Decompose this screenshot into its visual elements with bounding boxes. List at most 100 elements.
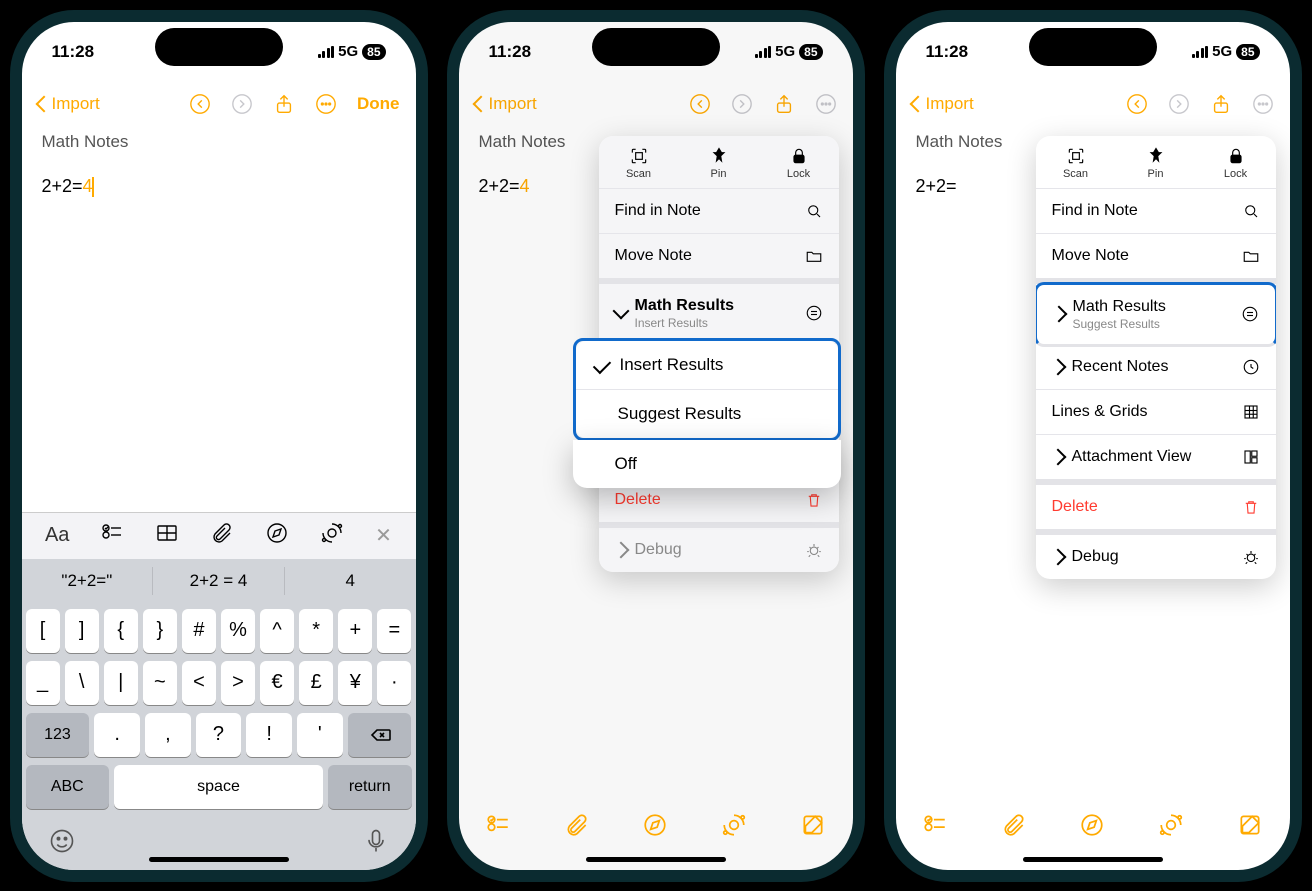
status-time: 11:28 [52, 42, 95, 62]
key[interactable]: ] [65, 609, 99, 653]
submenu-suggest-results[interactable]: Suggest Results [576, 390, 838, 438]
key[interactable]: < [182, 661, 216, 705]
key[interactable]: [ [26, 609, 60, 653]
key[interactable]: £ [299, 661, 333, 705]
menu-pin[interactable]: Pin [679, 136, 759, 188]
checklist-button[interactable] [922, 812, 948, 843]
menu-find[interactable]: Find in Note [599, 189, 839, 234]
checklist-button[interactable] [100, 521, 124, 550]
key-space[interactable]: space [114, 765, 323, 809]
key[interactable]: ~ [143, 661, 177, 705]
menu-lines-grids[interactable]: Lines & Grids [1036, 390, 1276, 435]
menu-attachment-view[interactable]: Attachment View [1036, 435, 1276, 485]
chevron-right-icon [1049, 548, 1066, 565]
key[interactable]: \ [65, 661, 99, 705]
note-title: Math Notes [42, 132, 396, 152]
compose-button[interactable] [800, 812, 826, 843]
ai-button[interactable] [320, 521, 344, 550]
menu-move[interactable]: Move Note [1036, 234, 1276, 284]
checklist-button[interactable] [485, 812, 511, 843]
back-button[interactable]: Import [38, 94, 100, 114]
back-label: Import [52, 94, 100, 114]
menu-debug[interactable]: Debug [599, 528, 839, 572]
menu-lock[interactable]: Lock [759, 136, 839, 188]
menu-scan[interactable]: Scan [1036, 136, 1116, 188]
home-indicator[interactable] [586, 857, 726, 862]
key[interactable]: > [221, 661, 255, 705]
suggestion-2[interactable]: 2+2 = 4 [153, 567, 285, 595]
chevron-right-icon [1049, 448, 1066, 465]
menu-pin[interactable]: Pin [1116, 136, 1196, 188]
submenu-off[interactable]: Off [573, 440, 841, 488]
attachment-button[interactable] [1001, 812, 1027, 843]
equals-icon [805, 304, 823, 322]
keyboard-format-bar: Aa ✕ [22, 512, 416, 559]
compose-button[interactable] [1237, 812, 1263, 843]
key[interactable]: ! [246, 713, 292, 757]
done-button[interactable]: Done [357, 94, 400, 114]
suggestion-1[interactable]: "2+2=" [22, 567, 154, 595]
menu-lock[interactable]: Lock [1196, 136, 1276, 188]
key-123[interactable]: 123 [26, 713, 90, 757]
key[interactable]: ' [297, 713, 343, 757]
key-return[interactable]: return [328, 765, 412, 809]
key[interactable]: ^ [260, 609, 294, 653]
attachment-button[interactable] [564, 812, 590, 843]
back-label: Import [926, 94, 974, 114]
key-backspace[interactable] [348, 713, 412, 757]
key[interactable]: , [145, 713, 191, 757]
undo-button[interactable] [1126, 93, 1148, 115]
menu-math-results[interactable]: Math ResultsSuggest Results [1036, 282, 1276, 347]
markup-button[interactable] [265, 521, 289, 550]
keyboard-suggestions: "2+2=" 2+2 = 4 4 [22, 559, 416, 603]
text-format-button[interactable]: Aa [45, 524, 69, 547]
ai-button[interactable] [721, 812, 747, 843]
menu-move[interactable]: Move Note [599, 234, 839, 284]
menu-math-results[interactable]: Math ResultsInsert Results [599, 284, 839, 344]
menu-scan[interactable]: Scan [599, 136, 679, 188]
key[interactable]: # [182, 609, 216, 653]
home-indicator[interactable] [1023, 857, 1163, 862]
key[interactable]: ¥ [338, 661, 372, 705]
key[interactable]: = [377, 609, 411, 653]
more-button[interactable] [1252, 93, 1274, 115]
key[interactable]: * [299, 609, 333, 653]
signal-icon [1192, 46, 1209, 58]
dynamic-island [1029, 28, 1157, 66]
emoji-button[interactable] [48, 827, 76, 860]
key[interactable]: % [221, 609, 255, 653]
menu-delete[interactable]: Delete [1036, 485, 1276, 535]
key[interactable]: · [377, 661, 411, 705]
menu-recent-notes[interactable]: Recent Notes [1036, 345, 1276, 390]
more-button[interactable] [315, 93, 337, 115]
key[interactable]: . [94, 713, 140, 757]
note-content[interactable]: Math Notes 2+2=4 [22, 132, 416, 197]
home-indicator[interactable] [149, 857, 289, 862]
table-button[interactable] [155, 521, 179, 550]
back-button[interactable]: Import [912, 94, 974, 114]
battery-pill: 85 [362, 44, 385, 60]
key[interactable]: | [104, 661, 138, 705]
close-toolbar-button[interactable]: ✕ [375, 523, 392, 548]
key[interactable]: + [338, 609, 372, 653]
submenu-insert-results[interactable]: Insert Results [576, 341, 838, 390]
key[interactable]: _ [26, 661, 60, 705]
share-button[interactable] [273, 93, 295, 115]
chevron-right-icon [1050, 306, 1067, 323]
attachment-button[interactable] [210, 521, 234, 550]
key-abc[interactable]: ABC [26, 765, 110, 809]
share-button[interactable] [1210, 93, 1232, 115]
key[interactable]: } [143, 609, 177, 653]
menu-debug[interactable]: Debug [1036, 535, 1276, 579]
markup-button[interactable] [1079, 812, 1105, 843]
key[interactable]: ? [196, 713, 242, 757]
key[interactable]: { [104, 609, 138, 653]
undo-button[interactable] [189, 93, 211, 115]
menu-find[interactable]: Find in Note [1036, 189, 1276, 234]
dictation-button[interactable] [362, 827, 390, 860]
ai-button[interactable] [1158, 812, 1184, 843]
key[interactable]: € [260, 661, 294, 705]
math-submenu-highlight: Insert Results Suggest Results Off [573, 338, 841, 488]
markup-button[interactable] [642, 812, 668, 843]
suggestion-3[interactable]: 4 [285, 567, 416, 595]
